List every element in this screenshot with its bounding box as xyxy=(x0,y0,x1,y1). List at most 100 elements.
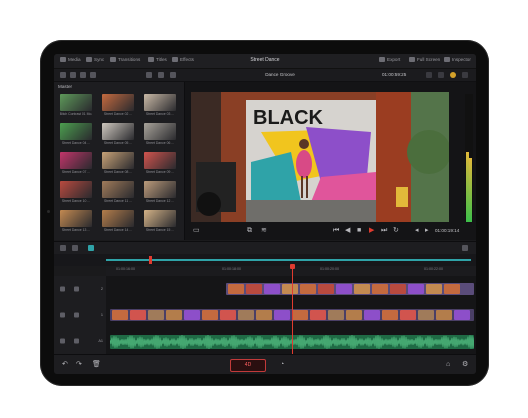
menu-icon[interactable] xyxy=(462,245,468,251)
video-preview[interactable]: BLACK xyxy=(191,92,449,222)
tab-full-screen[interactable]: Full Screen xyxy=(409,57,440,63)
track-name: 1 xyxy=(100,313,103,317)
media-clip-thumbnail[interactable]: Street Dance 03 ... xyxy=(142,94,178,122)
mark-out-icon[interactable]: ▸ xyxy=(425,227,429,235)
redo-icon[interactable]: ↷ xyxy=(76,361,82,369)
cut-tool-icon[interactable] xyxy=(60,245,66,251)
media-clip-thumbnail[interactable]: Street Dance 10 ... xyxy=(58,181,94,209)
audio-wave-icon[interactable]: ≋ xyxy=(261,227,267,235)
media-clip-thumbnail[interactable]: Street Dance 13 ... xyxy=(58,210,94,238)
mark-in-icon[interactable]: ◂ xyxy=(415,227,419,235)
clip-frame xyxy=(346,310,362,320)
crop-icon[interactable]: ▭ xyxy=(193,227,200,235)
sort-icon[interactable] xyxy=(158,72,164,78)
split-icon[interactable]: ⧉ xyxy=(247,227,252,235)
color-icon[interactable] xyxy=(450,72,456,78)
clip-label: Street Dance 03 ... xyxy=(145,112,175,116)
media-clip-thumbnail[interactable]: Street Dance 09 ... xyxy=(142,152,178,180)
rewind-icon[interactable]: ◀ xyxy=(345,227,350,235)
clip-frame xyxy=(228,284,244,294)
clip-thumbnail-image xyxy=(60,181,92,198)
media-clip-thumbnail[interactable]: Street Dance 14 ... xyxy=(100,210,136,238)
clip-thumbnail-image xyxy=(60,94,92,111)
mute-icon[interactable] xyxy=(74,338,79,344)
clip-thumbnail-image xyxy=(102,94,134,111)
go-to-end-icon[interactable]: ⏭ xyxy=(381,227,387,235)
video-clip-track-2[interactable] xyxy=(226,283,474,295)
media-clip-thumbnail[interactable]: Street Dance 11 ... xyxy=(100,181,136,209)
media-clip-thumbnail[interactable]: Street Dance 04 ... xyxy=(58,123,94,151)
clock-icon[interactable]: ◔ xyxy=(280,361,284,369)
clip-frame xyxy=(184,310,200,320)
playhead-line[interactable] xyxy=(292,266,293,354)
clip-frame xyxy=(444,284,460,294)
media-clip-thumbnail[interactable]: Street Dance 05 ... xyxy=(100,123,136,151)
lock-icon[interactable] xyxy=(60,286,65,292)
media-clip-thumbnail[interactable]: Street Dance 15 ... xyxy=(142,210,178,238)
clip-frame xyxy=(364,310,380,320)
panel-toggle-icon[interactable] xyxy=(60,72,66,78)
search-icon[interactable] xyxy=(170,72,176,78)
clip-thumbnail-image xyxy=(144,210,176,227)
audio-icon[interactable] xyxy=(462,72,468,78)
ruler-tick: 01:00:16:00 xyxy=(116,267,135,271)
zoom-icon[interactable] xyxy=(438,72,444,78)
stop-icon[interactable]: ■ xyxy=(357,227,361,235)
undo-icon[interactable]: ↶ xyxy=(62,361,68,369)
media-clip-thumbnail[interactable]: Street Dance 08 ... xyxy=(100,152,136,180)
clip-frame xyxy=(246,284,262,294)
lock-icon[interactable] xyxy=(60,338,65,344)
delete-icon[interactable]: 🗑 xyxy=(92,361,101,369)
clip-thumbnail-image xyxy=(144,152,176,169)
settings-icon[interactable]: ⚙ xyxy=(462,361,468,369)
visibility-icon[interactable] xyxy=(74,312,79,318)
undo-history-icon[interactable] xyxy=(72,245,78,251)
tab-inspector[interactable]: Inspector xyxy=(444,57,471,63)
media-clip-thumbnail[interactable]: Bitch Contrast 01 Mo. xyxy=(58,94,94,122)
media-pool: Master Bitch Contrast 01 Mo. Street Dance… xyxy=(54,82,185,240)
clip-frame xyxy=(328,310,344,320)
lock-icon[interactable] xyxy=(60,312,65,318)
loop-icon[interactable]: ↻ xyxy=(393,227,399,235)
link-icon[interactable] xyxy=(90,72,96,78)
clip-frame xyxy=(408,284,424,294)
clip-frame xyxy=(202,310,218,320)
clip-label: Street Dance 09 ... xyxy=(145,170,175,174)
tab-export[interactable]: Export xyxy=(379,57,400,63)
export-icon xyxy=(379,57,385,63)
import-icon[interactable] xyxy=(70,72,76,78)
home-icon[interactable]: ⌂ xyxy=(446,361,450,369)
mini-timeline[interactable] xyxy=(54,254,476,266)
snap-icon[interactable] xyxy=(88,245,94,251)
clip-frame xyxy=(400,310,416,320)
clip-label: Street Dance 02 ... xyxy=(103,112,133,116)
view-options-icon[interactable] xyxy=(426,72,432,78)
clip-thumbnail-image xyxy=(144,181,176,198)
clip-thumbnail-image xyxy=(144,123,176,140)
media-clip-thumbnail[interactable]: Street Dance 12 ... xyxy=(142,181,178,209)
speed-editor-badge[interactable]: 4D xyxy=(230,359,266,372)
media-pool-header: Master xyxy=(58,84,73,89)
folder-icon[interactable] xyxy=(80,72,86,78)
media-clip-thumbnail[interactable]: Street Dance 07 ... xyxy=(58,152,94,180)
clip-frame xyxy=(130,310,146,320)
camera-dot xyxy=(47,210,50,213)
track-name: 2 xyxy=(100,287,103,291)
media-clip-thumbnail[interactable]: Street Dance 02 ... xyxy=(100,94,136,122)
clip-label: Street Dance 12 ... xyxy=(145,199,175,203)
track-header-v1: 1 xyxy=(54,302,106,329)
go-to-start-icon[interactable]: ⏮ xyxy=(333,227,339,235)
clip-label: Street Dance 15 ... xyxy=(145,228,175,232)
viewer-clip-title: Dance Groove xyxy=(265,72,295,77)
ruler-tick: 01:00:20:00 xyxy=(320,267,339,271)
clip-label: Bitch Contrast 01 Mo. xyxy=(59,112,93,116)
fullscreen-icon xyxy=(409,57,415,63)
mini-playhead[interactable] xyxy=(149,256,152,264)
mural-text: BLACK xyxy=(253,107,324,129)
audio-meter-right xyxy=(469,158,472,222)
media-clip-thumbnail[interactable]: Street Dance 06 ... xyxy=(142,123,178,151)
timecode-top: 01:00:59:25 xyxy=(382,72,407,77)
visibility-icon[interactable] xyxy=(74,286,79,292)
grid-view-icon[interactable] xyxy=(146,72,152,78)
play-icon[interactable]: ▶ xyxy=(369,227,374,235)
